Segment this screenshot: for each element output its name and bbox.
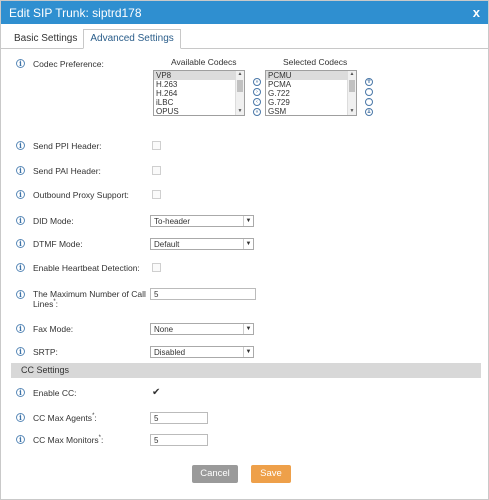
chevron-down-icon[interactable]: ▼ — [243, 239, 253, 249]
label-colon: : — [101, 435, 104, 445]
info-icon: i — [16, 347, 25, 356]
info-icon: i — [16, 435, 25, 444]
selected-codecs-list[interactable]: PCMU PCMA G.722 G.729 GSM ▲ ▼ — [265, 70, 357, 116]
list-item[interactable]: G.729 — [266, 98, 356, 107]
info-icon: i — [16, 239, 25, 248]
codec-preference-label: Codec Preference: — [33, 59, 104, 69]
heartbeat-checkbox[interactable] — [152, 263, 161, 272]
dtmf-mode-label: DTMF Mode: — [33, 239, 83, 249]
scroll-thumb[interactable] — [237, 80, 243, 92]
move-all-left-icon[interactable]: « — [253, 108, 261, 116]
cc-settings-section-header: CC Settings — [11, 363, 481, 378]
cancel-button[interactable]: Cancel — [192, 465, 238, 483]
list-item[interactable]: PCMU — [266, 71, 356, 80]
info-icon: i — [16, 190, 25, 199]
list-item[interactable]: iLBC — [154, 98, 244, 107]
scroll-thumb[interactable] — [349, 80, 355, 92]
cc-max-monitors-input[interactable]: 5 — [150, 434, 208, 446]
cc-max-agents-text: CC Max Agents — [33, 413, 93, 423]
send-pai-checkbox[interactable] — [152, 166, 161, 175]
move-right-icon[interactable]: › — [253, 88, 261, 96]
send-ppi-label: Send PPI Header: — [33, 141, 102, 151]
list-item[interactable]: G.722 — [266, 89, 356, 98]
label-colon: : — [55, 299, 59, 309]
max-call-lines-label-line1: The Maximum Number of Call — [33, 289, 146, 299]
max-call-lines-label: The Maximum Number of Call Lines*: — [33, 289, 146, 309]
tab-bar: Basic Settings Advanced Settings — [1, 27, 488, 49]
move-bottom-icon[interactable]: ⇊ — [365, 108, 373, 116]
cc-max-monitors-text: CC Max Monitors — [33, 435, 99, 445]
dtmf-mode-value: Default — [154, 240, 180, 249]
cc-max-monitors-label: CC Max Monitors*: — [33, 435, 103, 445]
dialog-titlebar: Edit SIP Trunk: siptrd178 x — [1, 1, 488, 24]
scroll-up-icon[interactable]: ▲ — [236, 71, 244, 78]
move-top-icon[interactable]: ⇈ — [365, 78, 373, 86]
chevron-down-icon[interactable]: ▼ — [243, 347, 253, 357]
heartbeat-label: Enable Heartbeat Detection: — [33, 263, 140, 273]
cc-max-agents-input[interactable]: 5 — [150, 412, 208, 424]
scroll-down-icon[interactable]: ▼ — [348, 108, 356, 115]
label-colon: : — [94, 413, 97, 423]
outbound-proxy-label: Outbound Proxy Support: — [33, 190, 129, 200]
srtp-value: Disabled — [154, 348, 186, 357]
info-icon: i — [16, 290, 25, 299]
available-codecs-header: Available Codecs — [171, 57, 237, 67]
save-button[interactable]: Save — [251, 465, 291, 483]
info-icon: i — [16, 216, 25, 225]
list-item[interactable]: OPUS — [154, 107, 244, 115]
info-icon: i — [16, 324, 25, 333]
selected-list-scrollbar[interactable]: ▲ ▼ — [347, 71, 356, 115]
info-icon: i — [16, 263, 25, 272]
dialog-title: Edit SIP Trunk: siptrd178 — [9, 5, 142, 20]
dtmf-mode-select[interactable]: Default ▼ — [150, 238, 254, 250]
info-icon: i — [16, 141, 25, 150]
edit-sip-trunk-dialog: Edit SIP Trunk: siptrd178 x Basic Settin… — [0, 0, 489, 500]
fax-mode-label: Fax Mode: — [33, 324, 74, 334]
list-item[interactable]: GSM — [266, 107, 356, 115]
fax-mode-select[interactable]: None ▼ — [150, 323, 254, 335]
info-icon: i — [16, 388, 25, 397]
did-mode-select[interactable]: To-header ▼ — [150, 215, 254, 227]
info-icon: i — [16, 59, 25, 68]
scroll-down-icon[interactable]: ▼ — [236, 108, 244, 115]
max-call-lines-label-line2: Lines — [33, 299, 54, 309]
chevron-down-icon[interactable]: ▼ — [243, 324, 253, 334]
fax-mode-value: None — [154, 325, 174, 334]
info-icon: i — [16, 413, 25, 422]
scroll-up-icon[interactable]: ▲ — [348, 71, 356, 78]
srtp-label: SRTP: — [33, 347, 58, 357]
list-item[interactable]: H.263 — [154, 80, 244, 89]
chevron-down-icon[interactable]: ▼ — [243, 216, 253, 226]
list-item[interactable]: PCMA — [266, 80, 356, 89]
send-pai-label: Send PAI Header: — [33, 166, 101, 176]
selected-codecs-header: Selected Codecs — [283, 57, 348, 67]
did-mode-label: DID Mode: — [33, 216, 74, 226]
tab-basic-settings[interactable]: Basic Settings — [8, 30, 83, 48]
move-up-icon[interactable]: ˆ — [365, 88, 373, 96]
move-down-icon[interactable]: ˇ — [365, 98, 373, 106]
list-item[interactable]: VP8 — [154, 71, 244, 80]
srtp-select[interactable]: Disabled ▼ — [150, 346, 254, 358]
move-left-icon[interactable]: ‹ — [253, 98, 261, 106]
did-mode-value: To-header — [154, 217, 191, 226]
outbound-proxy-checkbox[interactable] — [152, 190, 161, 199]
close-icon[interactable]: x — [473, 5, 480, 20]
available-list-scrollbar[interactable]: ▲ ▼ — [235, 71, 244, 115]
move-all-right-icon[interactable]: » — [253, 78, 261, 86]
enable-cc-checkbox[interactable]: ✔ — [152, 388, 161, 398]
available-codecs-list[interactable]: VP8 H.263 H.264 iLBC OPUS ▲ ▼ — [153, 70, 245, 116]
send-ppi-checkbox[interactable] — [152, 141, 161, 150]
enable-cc-label: Enable CC: — [33, 388, 77, 398]
cc-max-agents-label: CC Max Agents*: — [33, 413, 97, 423]
max-call-lines-input[interactable]: 5 — [150, 288, 256, 300]
tab-advanced-settings[interactable]: Advanced Settings — [83, 29, 181, 49]
list-item[interactable]: H.264 — [154, 89, 244, 98]
info-icon: i — [16, 166, 25, 175]
